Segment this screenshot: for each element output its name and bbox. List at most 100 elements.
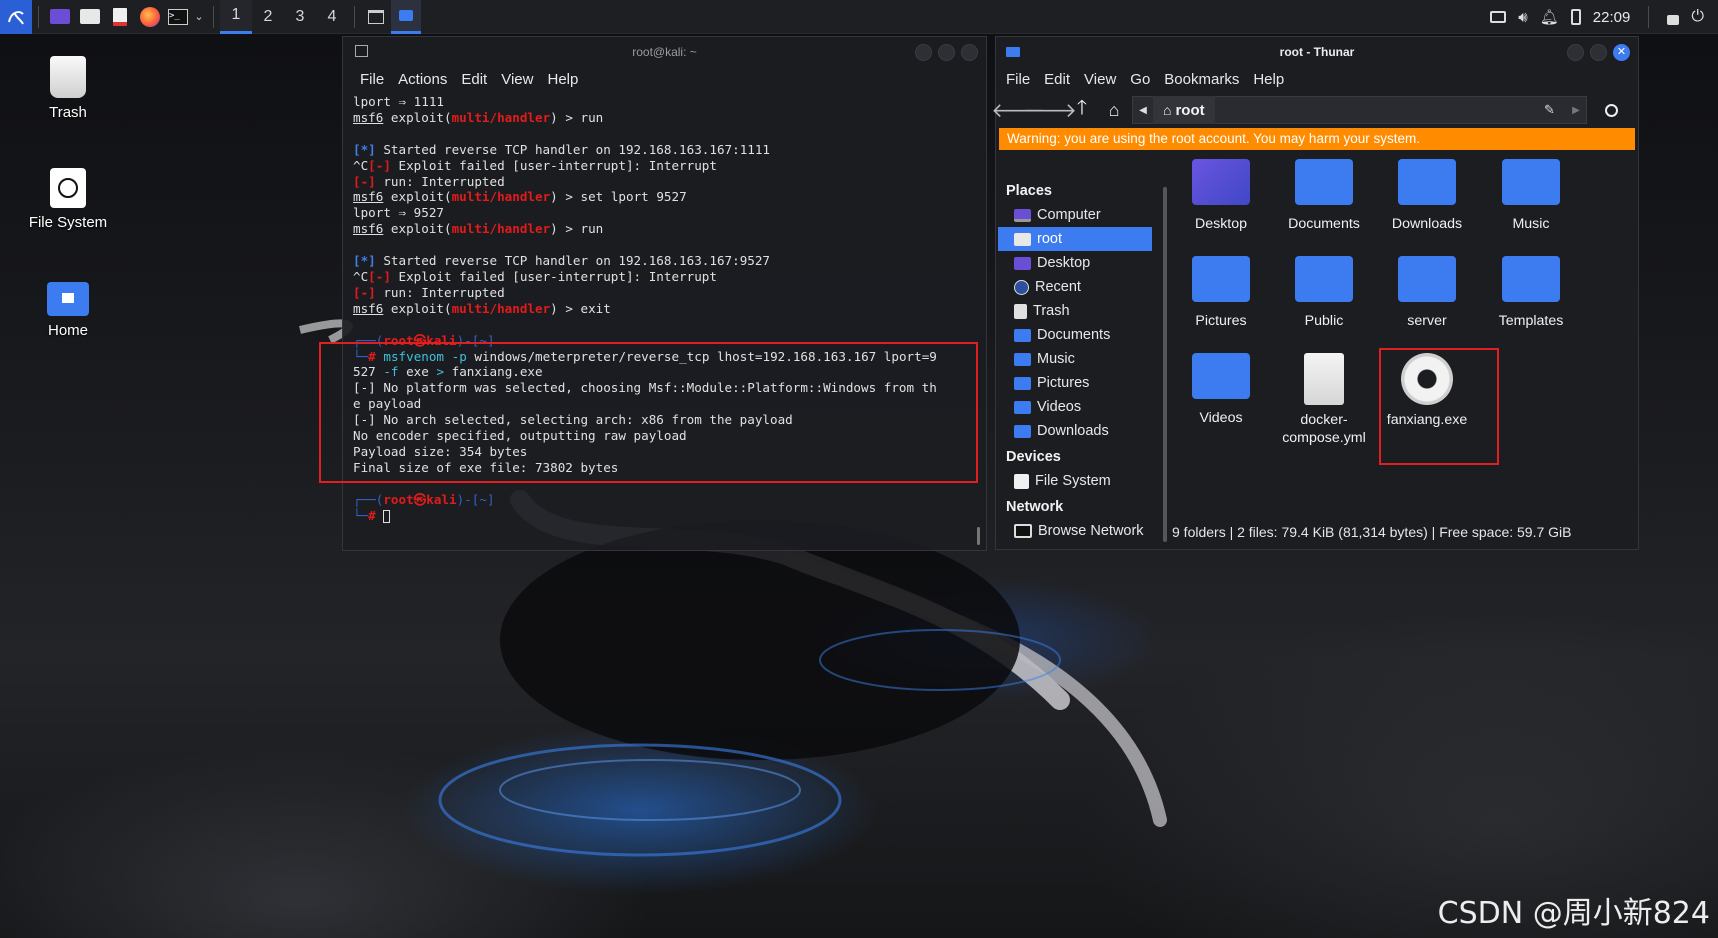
maximize-button[interactable]	[1590, 44, 1607, 61]
minimize-button[interactable]	[915, 44, 932, 61]
text-file-icon	[1304, 353, 1344, 405]
text-editor-launcher[interactable]	[105, 0, 135, 34]
workspace-1[interactable]: 1	[220, 0, 252, 34]
workspace-4[interactable]: 4	[316, 0, 348, 34]
sidebar-item-music[interactable]: Music	[998, 347, 1152, 371]
terminal-line: msf6 exploit(multi/handler) > run	[353, 221, 604, 237]
file-item-templates[interactable]: Templates	[1482, 256, 1580, 330]
sidebar-item-downloads[interactable]: Downloads	[998, 419, 1152, 443]
terminal-line: [-] run: Interrupted	[353, 284, 505, 300]
taskbar-terminal-window[interactable]	[361, 0, 391, 34]
file-manager-launcher[interactable]	[75, 0, 105, 34]
menu-file[interactable]: File	[353, 67, 391, 92]
file-item-pictures[interactable]: Pictures	[1172, 256, 1270, 330]
panel-separator	[213, 5, 214, 28]
search-button[interactable]	[1597, 96, 1625, 124]
menu-edit[interactable]: Edit	[454, 67, 494, 92]
up-button[interactable]: 🡑	[1068, 96, 1096, 124]
kali-dragon-icon	[8, 10, 24, 24]
terminal-titlebar[interactable]: root@kali: ~	[343, 37, 986, 67]
desktop-icon-label: Home	[47, 322, 88, 339]
menu-actions[interactable]: Actions	[391, 67, 454, 92]
workspace-2[interactable]: 2	[252, 0, 284, 34]
battery-icon[interactable]	[1570, 9, 1581, 25]
file-item-server[interactable]: server	[1378, 256, 1476, 330]
desktop-home[interactable]: Home	[8, 282, 128, 339]
menu-view[interactable]: View	[1077, 67, 1123, 92]
terminal-line: [-] run: Interrupted	[353, 173, 505, 189]
sidebar-item-desktop[interactable]: Desktop	[998, 251, 1152, 275]
show-desktop-button[interactable]	[45, 0, 75, 34]
sidebar-item-videos[interactable]: Videos	[998, 395, 1152, 419]
clock[interactable]: 22:09	[1593, 9, 1631, 26]
volume-icon[interactable]: 🔊︎	[1518, 9, 1527, 26]
forward-button[interactable]: 🡒	[1023, 96, 1077, 124]
kali-menu-button[interactable]	[0, 0, 32, 34]
terminal-launcher[interactable]: >_	[165, 0, 191, 34]
menu-help[interactable]: Help	[540, 67, 585, 92]
file-item-docker-compose[interactable]: docker-compose.yml	[1275, 353, 1373, 447]
terminal-cursor	[383, 509, 391, 523]
sidebar-item-trash[interactable]: Trash	[998, 299, 1152, 323]
sidebar-header-devices: Devices	[1006, 449, 1061, 465]
recent-icon	[1014, 279, 1029, 295]
location-bar[interactable]: ◀ ⌂ root ✎ ▶	[1132, 96, 1587, 124]
menu-view[interactable]: View	[494, 67, 540, 92]
sidebar-item-recent[interactable]: Recent	[998, 275, 1152, 299]
lock-icon[interactable]	[1667, 14, 1680, 25]
sidebar-scrollbar[interactable]	[1163, 187, 1167, 542]
path-root-button[interactable]: ⌂ root	[1153, 96, 1215, 124]
file-item-music[interactable]: Music	[1482, 159, 1580, 233]
terminal-dropdown-button[interactable]: ⌄	[191, 0, 207, 34]
sidebar-item-file-system[interactable]: File System	[998, 469, 1152, 493]
sidebar-item-pictures[interactable]: Pictures	[998, 371, 1152, 395]
home-folder-icon	[47, 282, 89, 316]
window-icon	[368, 9, 384, 24]
close-button[interactable]	[961, 44, 978, 61]
file-item-desktop[interactable]: Desktop	[1172, 159, 1270, 233]
sidebar-item-label: Desktop	[1037, 255, 1091, 271]
file-item-public[interactable]: Public	[1275, 256, 1373, 330]
terminal-window[interactable]: root@kali: ~ File Actions Edit View Help…	[319, 36, 987, 551]
home-button[interactable]: ⌂	[1100, 96, 1128, 124]
taskbar-thunar-window[interactable]	[391, 0, 421, 34]
sidebar-item-label: root	[1037, 231, 1062, 247]
maximize-button[interactable]	[938, 44, 955, 61]
terminal-menubar: File Actions Edit View Help	[343, 67, 986, 92]
close-button[interactable]: ✕	[1613, 44, 1630, 61]
minimize-button[interactable]	[1567, 44, 1584, 61]
file-item-downloads[interactable]: Downloads	[1378, 159, 1476, 233]
menu-edit[interactable]: Edit	[1037, 67, 1077, 92]
sidebar-item-computer[interactable]: Computer	[998, 203, 1152, 227]
firefox-launcher[interactable]	[135, 0, 165, 34]
edit-location-icon[interactable]: ✎	[1544, 102, 1566, 118]
power-icon[interactable]: ⏻	[1691, 8, 1704, 26]
menu-help[interactable]: Help	[1246, 67, 1291, 92]
display-icon[interactable]	[1490, 11, 1507, 23]
videos-folder-icon	[1014, 400, 1031, 414]
sidebar-item-root[interactable]: root	[998, 227, 1152, 251]
text-editor-icon	[113, 7, 127, 26]
terminal-line: [*] Started reverse TCP handler on 192.1…	[353, 141, 771, 157]
sidebar-header-network: Network	[1006, 499, 1064, 515]
path-scroll-right-button[interactable]: ▶	[1566, 105, 1586, 116]
desktop-trash[interactable]: Trash	[8, 56, 128, 121]
path-scroll-left-button[interactable]: ◀	[1133, 105, 1153, 116]
desktop-file-system[interactable]: File System	[8, 168, 128, 231]
thunar-window[interactable]: root - Thunar ✕ File Edit View Go Bookma…	[991, 36, 1639, 550]
menu-bookmarks[interactable]: Bookmarks	[1157, 67, 1246, 92]
file-item-videos[interactable]: Videos	[1172, 353, 1270, 427]
workspace-3[interactable]: 3	[284, 0, 316, 34]
sidebar-item-documents[interactable]: Documents	[998, 323, 1152, 347]
thunar-menubar: File Edit View Go Bookmarks Help	[996, 67, 1638, 92]
file-item-documents[interactable]: Documents	[1275, 159, 1373, 233]
menu-file[interactable]: File	[999, 67, 1037, 92]
thunar-titlebar[interactable]: root - Thunar ✕	[996, 37, 1638, 67]
notification-bell-icon[interactable]: 🔔︎	[1540, 8, 1559, 26]
folder-icon	[80, 9, 100, 24]
file-item-label: Public	[1304, 313, 1344, 329]
sidebar-item-browse-network[interactable]: Browse Network	[998, 519, 1152, 543]
menu-go[interactable]: Go	[1123, 67, 1157, 92]
terminal-scrollbar[interactable]	[977, 527, 980, 545]
firefox-icon	[140, 6, 160, 27]
